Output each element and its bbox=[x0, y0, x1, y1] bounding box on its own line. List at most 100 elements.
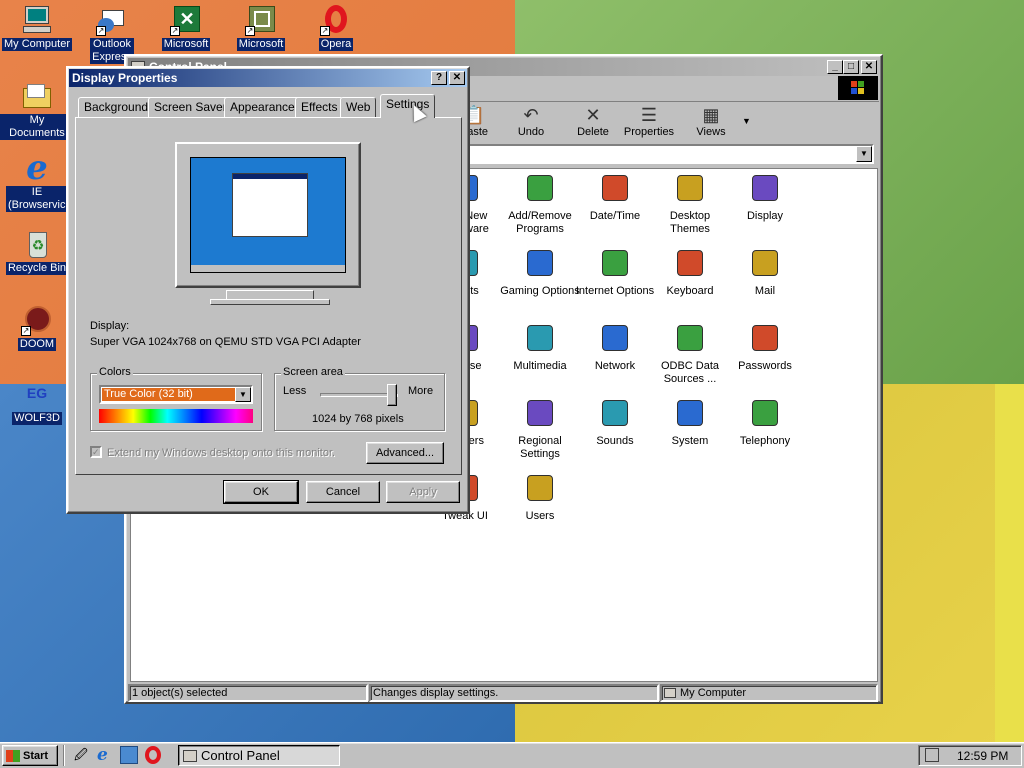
cancel-button[interactable]: Cancel bbox=[306, 481, 380, 503]
cp-item-sounds[interactable]: Sounds bbox=[575, 397, 655, 448]
cp-item-passwords[interactable]: Passwords bbox=[725, 322, 805, 373]
my-computer-icon bbox=[21, 4, 53, 36]
display-properties-titlebar[interactable]: Display Properties ? ✕ bbox=[69, 69, 467, 87]
sounds-icon bbox=[599, 397, 631, 429]
tab-appearance[interactable]: Appearance bbox=[224, 97, 301, 117]
status-selected: 1 object(s) selected bbox=[128, 684, 368, 702]
windows-flag-icon bbox=[6, 749, 20, 762]
recycle-bin-icon: ♻ bbox=[21, 228, 53, 260]
properties-icon: ☰ bbox=[640, 105, 658, 125]
outlook-express-icon: ↗ bbox=[96, 4, 128, 36]
gaming-options-icon bbox=[524, 247, 556, 279]
more-label: More bbox=[408, 385, 434, 397]
doom-icon: ↗ bbox=[21, 304, 53, 336]
tab-settings[interactable]: Settings bbox=[380, 94, 436, 118]
properties-button[interactable]: ☰ Properties bbox=[619, 104, 679, 138]
preview-taskbar bbox=[191, 265, 345, 272]
close-button[interactable]: ✕ bbox=[861, 60, 877, 74]
ok-button[interactable]: OK bbox=[223, 480, 299, 504]
desktop-themes-icon bbox=[674, 172, 706, 204]
windows-logo-throbber bbox=[838, 76, 878, 100]
system-icon bbox=[674, 397, 706, 429]
desktop-icon-wolf3d[interactable]: EG WOLF3D bbox=[0, 378, 74, 425]
views-button[interactable]: ▦ Views bbox=[681, 104, 741, 138]
dialog-close-button[interactable]: ✕ bbox=[449, 71, 465, 85]
internet-options-icon bbox=[599, 247, 631, 279]
colors-dropdown-button[interactable]: ▼ bbox=[235, 387, 251, 402]
telephony-icon bbox=[749, 397, 781, 429]
desktop-icon-ie[interactable]: e IE (Browservice) bbox=[0, 151, 75, 212]
quicklaunch-outlook-icon[interactable] bbox=[120, 746, 138, 764]
cp-item-keyboard[interactable]: Keyboard bbox=[650, 247, 730, 298]
screen-area-slider-thumb[interactable] bbox=[386, 384, 397, 406]
address-bar[interactable]: ▼ bbox=[440, 144, 874, 164]
extend-desktop-checkbox[interactable]: ✓ bbox=[90, 446, 102, 458]
views-dropdown-arrow[interactable]: ▼ bbox=[742, 116, 751, 126]
desktop-icon-my-computer[interactable]: My Computer bbox=[0, 4, 74, 51]
passwords-icon bbox=[749, 322, 781, 354]
desktop-icon-recycle-bin[interactable]: ♻ Recycle Bin bbox=[0, 228, 74, 275]
excel-icon: ✕ ↗ bbox=[170, 4, 202, 36]
tab-effects[interactable]: Effects bbox=[295, 97, 344, 117]
maximize-button[interactable]: □ bbox=[843, 60, 859, 74]
colors-select[interactable]: True Color (32 bit) ▼ bbox=[99, 385, 253, 404]
minimize-button[interactable]: _ bbox=[827, 60, 843, 74]
advanced-button[interactable]: Advanced... bbox=[366, 442, 444, 464]
display-label: Display: bbox=[90, 320, 130, 332]
control-panel-small-icon bbox=[183, 749, 197, 762]
status-location: My Computer bbox=[660, 684, 878, 702]
undo-button[interactable]: ↶ Undo bbox=[501, 104, 561, 138]
cp-item-add-remove-programs[interactable]: Add/Remove Programs bbox=[500, 172, 580, 236]
views-icon: ▦ bbox=[702, 105, 720, 125]
cp-item-multimedia[interactable]: Multimedia bbox=[500, 322, 580, 373]
cp-item-system[interactable]: System bbox=[650, 397, 730, 448]
wolf3d-icon: EG bbox=[26, 385, 48, 401]
color-spectrum-bar bbox=[99, 409, 253, 423]
cp-item-desktop-themes[interactable]: Desktop Themes bbox=[650, 172, 730, 236]
cp-item-network[interactable]: Network bbox=[575, 322, 655, 373]
undo-icon: ↶ bbox=[523, 105, 539, 125]
monitor-preview bbox=[175, 142, 361, 288]
clock: 12:59 PM bbox=[957, 749, 1009, 763]
tray-display-icon[interactable] bbox=[925, 748, 939, 762]
start-button[interactable]: Start bbox=[2, 745, 58, 766]
tab-background[interactable]: Background bbox=[78, 97, 155, 117]
taskbar-control-panel-button[interactable]: Control Panel bbox=[178, 745, 340, 766]
quicklaunch-ie-icon[interactable]: e bbox=[97, 745, 115, 765]
cp-item-date-time[interactable]: Date/Time bbox=[575, 172, 655, 223]
monitor-screen bbox=[190, 157, 346, 273]
cp-item-gaming-options[interactable]: Gaming Options bbox=[500, 247, 580, 298]
desktop-icon-excel[interactable]: ✕ ↗ Microsoft bbox=[149, 4, 223, 51]
mail-icon bbox=[749, 247, 781, 279]
wallpaper-stripe bbox=[995, 384, 1024, 742]
cp-item-users[interactable]: Users bbox=[500, 472, 580, 523]
dialog-title: Display Properties bbox=[72, 71, 178, 85]
delete-icon: ✕ bbox=[585, 105, 601, 125]
help-button[interactable]: ? bbox=[431, 71, 447, 85]
delete-button[interactable]: ✕ Delete bbox=[563, 104, 623, 138]
system-tray: 12:59 PM bbox=[918, 745, 1022, 766]
desktop-icon-my-documents[interactable]: My Documents bbox=[0, 80, 74, 140]
quicklaunch-desktop-icon[interactable]: 🖉 bbox=[74, 746, 90, 764]
desktop-icon-doom[interactable]: ↗ DOOM bbox=[0, 304, 74, 351]
desktop-icon-ms-app[interactable]: ↗ Microsoft bbox=[224, 4, 298, 51]
address-dropdown-button[interactable]: ▼ bbox=[856, 146, 872, 162]
cp-item-regional-settings[interactable]: Regional Settings bbox=[500, 397, 580, 461]
cp-item-telephony[interactable]: Telephony bbox=[725, 397, 805, 448]
cp-item-odbc[interactable]: ODBC Data Sources ... bbox=[650, 322, 730, 386]
preview-window bbox=[232, 173, 308, 237]
apply-button[interactable]: Apply bbox=[386, 481, 460, 503]
keyboard-icon bbox=[674, 247, 706, 279]
quicklaunch-opera-icon[interactable] bbox=[145, 746, 161, 764]
cp-item-display[interactable]: Display bbox=[725, 172, 805, 223]
regional-settings-icon bbox=[524, 397, 556, 429]
multimedia-icon bbox=[524, 322, 556, 354]
tab-screen-saver[interactable]: Screen Saver bbox=[148, 97, 233, 117]
cp-item-mail[interactable]: Mail bbox=[725, 247, 805, 298]
tab-web[interactable]: Web bbox=[340, 97, 377, 117]
date-time-icon bbox=[599, 172, 631, 204]
desktop-icon-opera[interactable]: ↗ Opera bbox=[299, 4, 373, 51]
cp-item-internet-options[interactable]: Internet Options bbox=[575, 247, 655, 298]
less-label: Less bbox=[283, 385, 307, 397]
odbc-icon bbox=[674, 322, 706, 354]
